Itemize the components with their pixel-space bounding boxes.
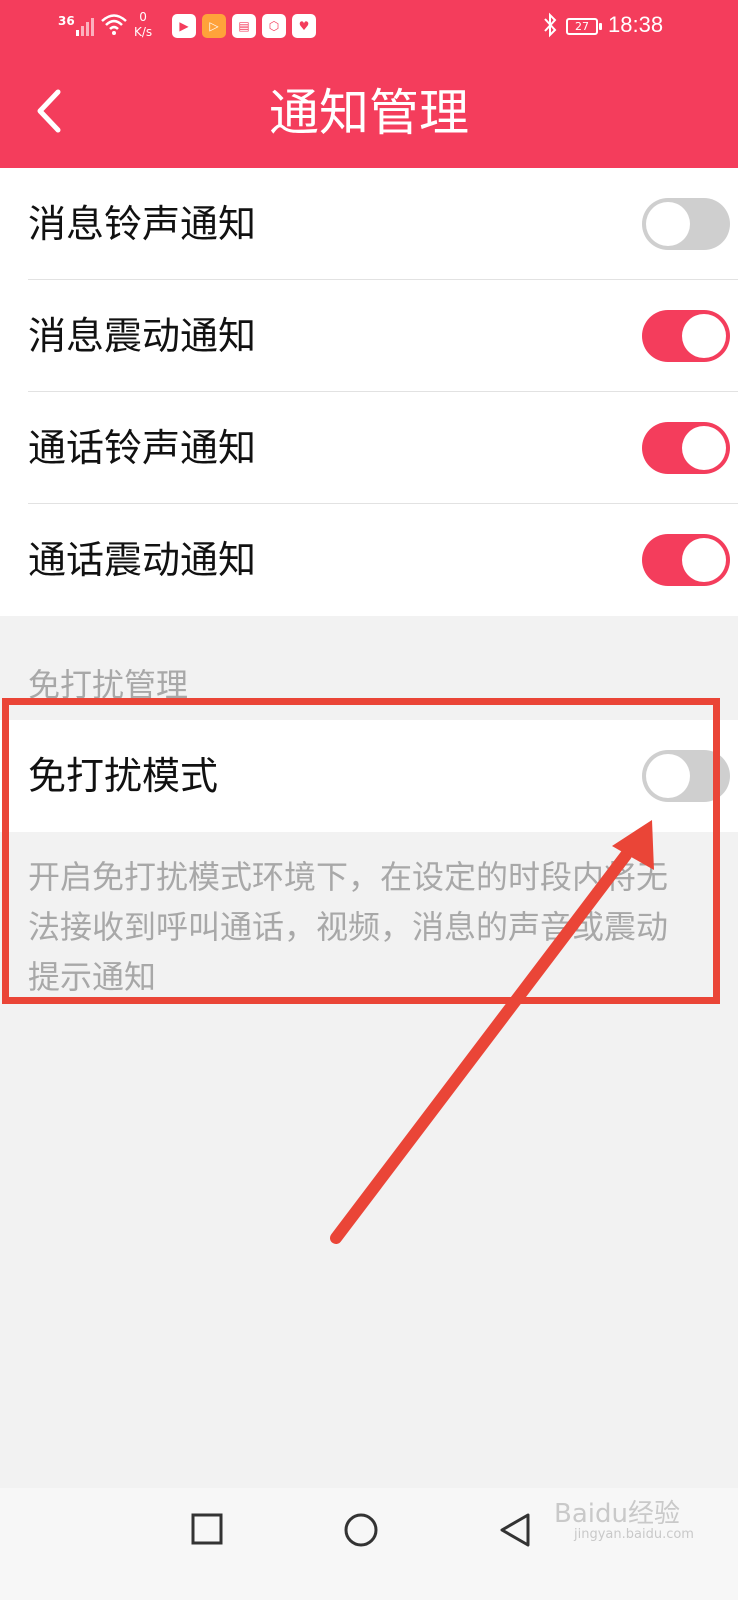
recents-button[interactable]: [190, 1512, 224, 1546]
annotation-arrow: [330, 820, 654, 1244]
home-button[interactable]: [343, 1512, 379, 1548]
back-button[interactable]: [498, 1512, 532, 1548]
baidu-watermark: Baidu经验 jingyan.baidu.com: [554, 1499, 694, 1542]
